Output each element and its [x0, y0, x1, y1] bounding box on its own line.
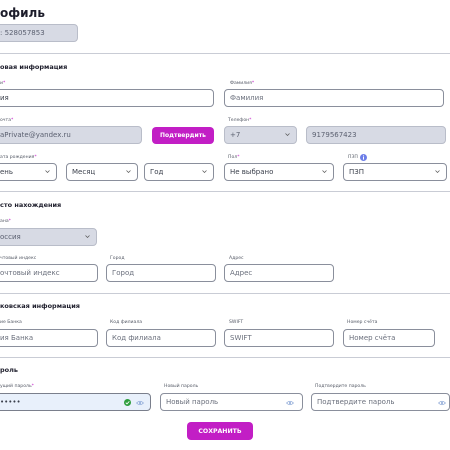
gender-label: Пол* [228, 155, 240, 160]
postal-label: чтовый индекс [0, 256, 37, 261]
eye-icon[interactable] [286, 400, 294, 406]
phone-number-value: 9179567423 [312, 131, 357, 139]
new-password-input[interactable]: Новый пароль [160, 393, 303, 411]
gender-value: Не выбрано [230, 168, 274, 176]
phone-code-value: +7 [230, 131, 241, 139]
account-number-input[interactable]: Номер счёта [343, 329, 435, 347]
divider [0, 357, 450, 358]
country-value: оссия [0, 233, 21, 241]
email-value: aPrivate@yandex.ru [0, 131, 71, 139]
new-password-label: Новый пароль [164, 384, 199, 389]
branch-code-label: Код филиала [110, 320, 143, 325]
section-heading-location: сто нахождения [0, 201, 62, 209]
section-heading-bank: ковская информация [0, 302, 80, 310]
divider [0, 53, 450, 54]
first-name-value: ия [0, 94, 9, 102]
branch-code-placeholder: Код филиала [112, 334, 161, 342]
birth-day-select[interactable]: ень [0, 163, 57, 181]
page-title: офиль [0, 6, 45, 20]
current-password-value: ••••• [0, 398, 21, 406]
swift-label: SWIFT [229, 320, 244, 325]
birth-date-label: ата рождения* [0, 155, 37, 160]
email-label: очта* [0, 118, 14, 123]
confirm-email-button[interactable]: Подтвердить [152, 127, 214, 144]
section-heading-password: роль [0, 366, 18, 374]
chevron-down-icon [285, 133, 290, 136]
gender-select[interactable]: Не выбрано [224, 163, 334, 181]
postal-placeholder: очтовый индекс [0, 269, 60, 277]
new-password-placeholder: Новый пароль [166, 398, 219, 406]
city-placeholder: Город [112, 269, 135, 277]
account-number-label: Номер счёта [347, 320, 378, 325]
swift-input[interactable]: SWIFT [224, 329, 334, 347]
divider [0, 191, 450, 192]
last-name-placeholder: Фамилия [230, 94, 264, 102]
chevron-down-icon [435, 170, 440, 173]
email-input: aPrivate@yandex.ru [0, 126, 142, 144]
divider [0, 293, 450, 294]
chevron-down-icon [322, 170, 327, 173]
pzp-select[interactable]: ПЗП [343, 163, 447, 181]
eye-icon[interactable] [438, 400, 446, 406]
birth-year-value: Год [150, 168, 164, 176]
bank-name-label: ие Банка [0, 320, 22, 325]
eye-icon[interactable] [136, 400, 144, 406]
city-input[interactable]: Город [106, 264, 216, 282]
save-button[interactable]: СОХРАНИТЬ [187, 422, 253, 440]
address-label: Адрес [229, 256, 244, 261]
first-name-input[interactable]: ия [0, 89, 214, 107]
birth-month-value: Месяц [72, 168, 96, 176]
user-id-value: : 528057853 [0, 29, 45, 37]
last-name-label: Фамилия* [230, 81, 255, 86]
account-number-placeholder: Номер счёта [349, 334, 396, 342]
phone-number-input: 9179567423 [306, 126, 446, 144]
user-id-field: : 528057853 [0, 24, 78, 42]
bank-name-placeholder: ия Банка [0, 334, 34, 342]
confirm-password-label: Подтвердите пароль [315, 384, 366, 389]
branch-code-input[interactable]: Код филиала [106, 329, 216, 347]
phone-label: Телефон* [228, 118, 252, 123]
pzp-label: ПЗП [348, 154, 367, 161]
postal-input[interactable]: очтовый индекс [0, 264, 98, 282]
last-name-input[interactable]: Фамилия [224, 89, 444, 107]
country-select[interactable]: оссия [0, 228, 97, 246]
birth-month-select[interactable]: Месяц [66, 163, 138, 181]
swift-placeholder: SWIFT [230, 334, 252, 342]
confirm-password-placeholder: Подтвердите пароль [317, 398, 395, 406]
birth-year-select[interactable]: Год [144, 163, 214, 181]
current-password-label: ущий пароль* [0, 384, 34, 389]
chevron-down-icon [45, 170, 50, 173]
section-heading-basic: овая информация [0, 63, 68, 71]
check-circle-icon [124, 399, 131, 406]
bank-name-input[interactable]: ия Банка [0, 329, 98, 347]
info-icon[interactable] [359, 154, 367, 161]
pzp-value: ПЗП [349, 168, 365, 176]
phone-code-select[interactable]: +7 [224, 126, 297, 144]
chevron-down-icon [202, 170, 207, 173]
address-placeholder: Адрес [230, 269, 253, 277]
first-name-label: и* [0, 81, 6, 86]
chevron-down-icon [85, 235, 90, 238]
confirm-password-input[interactable]: Подтвердите пароль [311, 393, 450, 411]
country-label: ана* [0, 219, 11, 224]
current-password-input[interactable]: ••••• [0, 393, 151, 411]
birth-day-value: ень [0, 168, 14, 176]
address-input[interactable]: Адрес [224, 264, 334, 282]
chevron-down-icon [126, 170, 131, 173]
city-label: Город [110, 256, 125, 261]
